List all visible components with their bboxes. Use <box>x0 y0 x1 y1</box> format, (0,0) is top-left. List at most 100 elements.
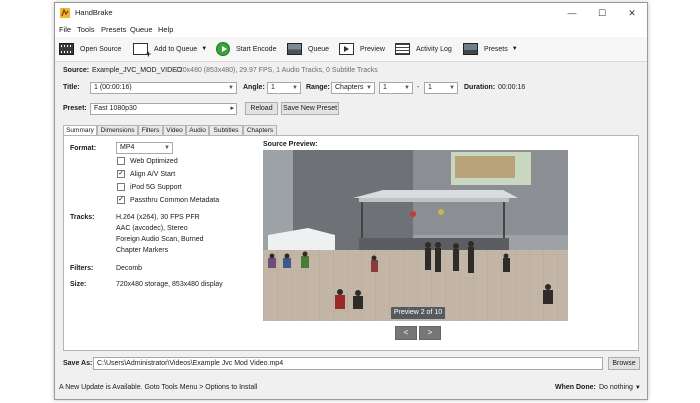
minimize-button[interactable]: — <box>557 3 587 23</box>
toolbar: Open Source Add to Queue ▼ Start Encode … <box>55 37 647 62</box>
when-done-value: Do nothing <box>599 384 633 391</box>
passthru-metadata-label: Passthru Common Metadata <box>130 197 220 204</box>
presets-label: Presets <box>484 45 508 53</box>
passthru-metadata-checkbox[interactable]: ✓ <box>117 196 125 204</box>
range-start-select[interactable]: 1 ▼ <box>379 82 413 94</box>
preview-counter-badge: Preview 2 of 10 <box>391 307 445 319</box>
track-video: H.264 (x264), 30 FPS PFR <box>116 214 200 221</box>
chevron-down-icon: ▼ <box>511 46 518 52</box>
previous-preview-button[interactable]: < <box>395 326 417 340</box>
track-subtitle: Foreign Audio Scan, Burned <box>116 236 204 243</box>
title-select[interactable]: 1 (00:00:16) ▼ <box>90 82 237 94</box>
duration-value: 00:00:16 <box>498 84 526 91</box>
format-label: Format: <box>70 145 97 152</box>
range-end-select[interactable]: 1 ▼ <box>424 82 458 94</box>
range-end-value: 1 <box>428 84 432 91</box>
align-av-checkbox[interactable]: ✓ <box>117 170 125 178</box>
range-type-select[interactable]: Chapters ▼ <box>331 82 375 94</box>
start-encode-label: Start Encode <box>236 45 277 53</box>
when-done-select[interactable]: Do nothing ▼ <box>599 384 641 391</box>
browse-button[interactable]: Browse <box>608 357 640 370</box>
film-icon <box>59 43 74 55</box>
open-source-label: Open Source <box>80 45 122 53</box>
queue-button[interactable]: Queue <box>287 41 329 57</box>
chevron-down-icon: ▼ <box>164 145 170 151</box>
chevron-down-icon: ▼ <box>404 85 410 91</box>
format-value: MP4 <box>120 144 135 151</box>
tracks-label: Tracks: <box>70 214 95 221</box>
menu-bar: File Tools Presets Queue Help <box>55 23 647 37</box>
title-label: Title: <box>63 84 80 91</box>
menu-file[interactable]: File <box>59 25 71 34</box>
maximize-button[interactable]: ☐ <box>587 3 617 23</box>
preview-label: Preview <box>360 45 385 53</box>
window-title: HandBrake <box>75 8 113 17</box>
format-select[interactable]: MP4 ▼ <box>116 142 173 154</box>
web-optimized-label: Web Optimized <box>130 158 178 165</box>
angle-select-value: 1 <box>271 84 275 91</box>
when-done-label: When Done: <box>555 384 596 391</box>
track-audio: AAC (avcodec), Stereo <box>116 225 188 232</box>
update-notice[interactable]: A New Update is Available. Goto Tools Me… <box>59 384 257 391</box>
save-as-label: Save As: <box>63 360 93 367</box>
filters-value: Decomb <box>116 265 143 272</box>
chevron-down-icon: ▼ <box>449 85 455 91</box>
ipod-support-label: iPod 5G Support <box>130 184 182 191</box>
align-av-label: Align A/V Start <box>130 171 176 178</box>
add-to-queue-button[interactable]: Add to Queue ▼ <box>133 41 208 59</box>
log-icon <box>395 43 410 55</box>
range-label: Range: <box>306 84 330 91</box>
preview-icon <box>339 43 354 55</box>
presets-icon <box>463 43 478 55</box>
size-value: 720x480 storage, 853x480 display <box>116 281 223 288</box>
track-chapters: Chapter Markers <box>116 247 169 254</box>
add-to-queue-label: Add to Queue <box>154 45 198 53</box>
reload-button[interactable]: Reload <box>245 102 278 115</box>
web-optimized-checkbox[interactable] <box>117 157 125 165</box>
menu-tools[interactable]: Tools <box>77 25 95 34</box>
title-bar: HandBrake — ☐ ✕ <box>55 3 647 23</box>
preset-value: Fast 1080p30 <box>94 105 137 112</box>
source-info: 720x480 (853x480), 29.97 FPS, 1 Audio Tr… <box>175 67 378 74</box>
chevron-down-icon: ▼ <box>366 85 372 91</box>
chevron-down-icon: ▼ <box>228 85 234 91</box>
start-encode-button[interactable]: Start Encode <box>216 41 276 57</box>
angle-select[interactable]: 1 ▼ <box>267 82 301 94</box>
filters-label: Filters: <box>70 265 94 272</box>
chevron-down-icon: ▼ <box>201 46 208 52</box>
close-button[interactable]: ✕ <box>617 3 647 23</box>
activity-log-button[interactable]: Activity Log <box>395 41 452 57</box>
save-as-path-input[interactable]: C:\Users\Administrator\Videos\Example Jv… <box>93 357 603 370</box>
range-separator: - <box>417 84 420 91</box>
add-to-queue-icon <box>133 43 151 59</box>
duration-label: Duration: <box>464 84 496 91</box>
queue-label: Queue <box>308 45 330 53</box>
presets-button[interactable]: Presets ▼ <box>463 41 518 57</box>
preview-photo <box>263 150 568 321</box>
save-new-preset-button[interactable]: Save New Preset <box>281 102 339 115</box>
chevron-right-icon: ▸ <box>230 105 234 112</box>
angle-label: Angle: <box>243 84 265 91</box>
chevron-down-icon: ▼ <box>634 385 641 391</box>
source-name: Example_JVC_MOD_VIDEO <box>92 67 183 74</box>
preview-button[interactable]: Preview <box>339 41 385 57</box>
size-label: Size: <box>70 281 87 288</box>
open-source-button[interactable]: Open Source <box>59 41 121 57</box>
menu-help[interactable]: Help <box>158 25 173 34</box>
next-preview-button[interactable]: > <box>419 326 441 340</box>
save-as-path-value: C:\Users\Administrator\Videos\Example Jv… <box>97 360 284 367</box>
play-icon <box>216 42 230 56</box>
status-bar: A New Update is Available. Goto Tools Me… <box>55 379 647 399</box>
handbrake-window: HandBrake — ☐ ✕ File Tools Presets Queue… <box>54 2 648 400</box>
handbrake-logo-icon <box>60 8 70 18</box>
range-type-value: Chapters <box>335 84 364 91</box>
source-label: Source: <box>63 67 90 74</box>
queue-icon <box>287 43 302 55</box>
menu-queue[interactable]: Queue <box>130 25 153 34</box>
title-select-value: 1 (00:00:16) <box>94 84 132 91</box>
preset-select[interactable]: Fast 1080p30 ▸ <box>90 103 237 115</box>
ipod-support-checkbox[interactable] <box>117 183 125 191</box>
menu-presets[interactable]: Presets <box>101 25 126 34</box>
preset-label: Preset: <box>63 105 87 112</box>
range-start-value: 1 <box>383 84 387 91</box>
